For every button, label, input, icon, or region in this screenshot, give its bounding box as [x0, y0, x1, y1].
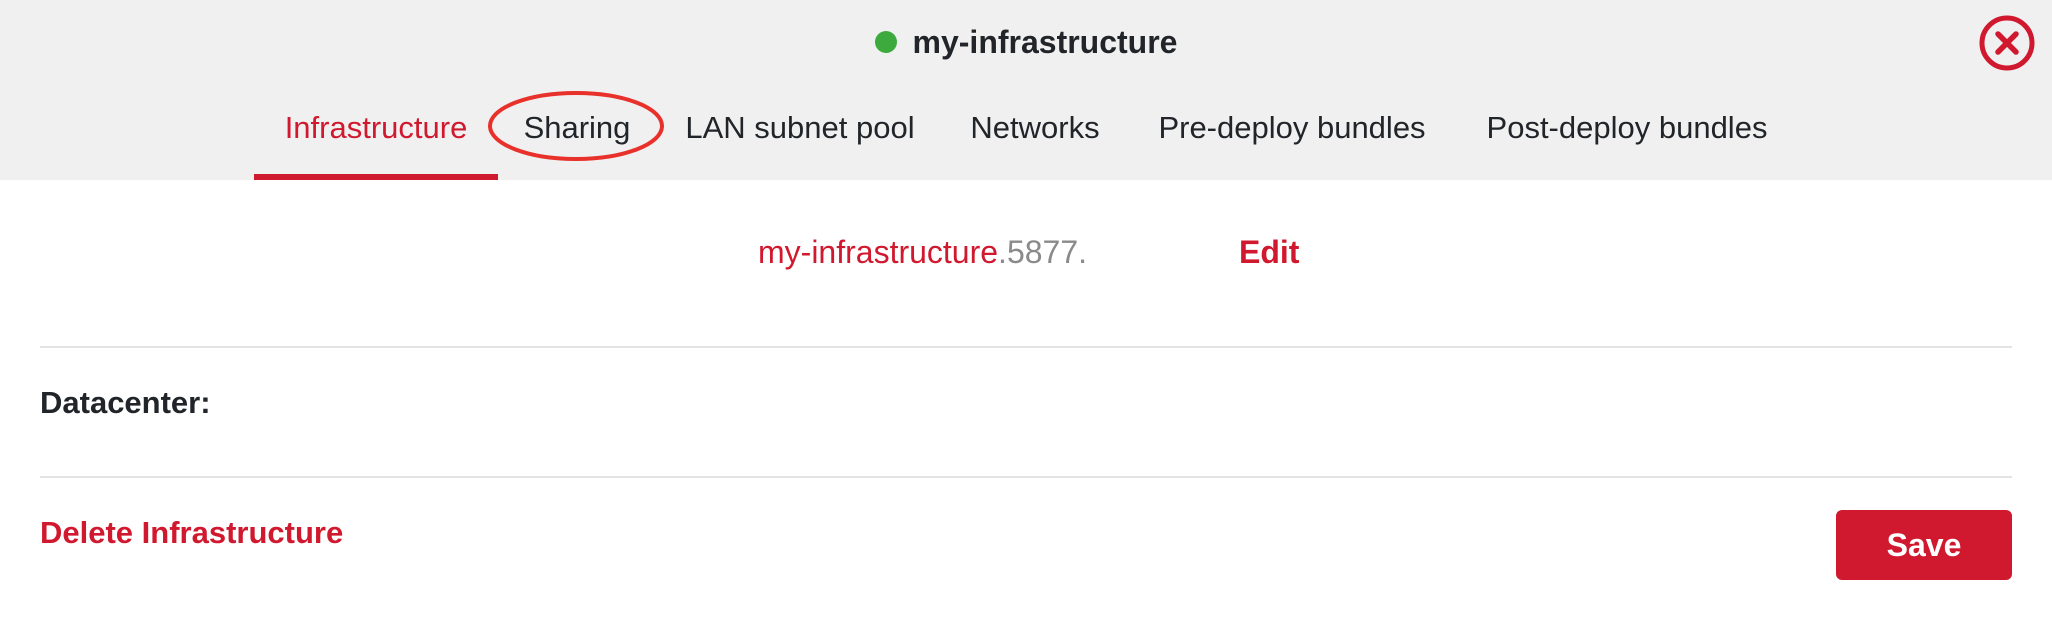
tab-post-deploy-bundles[interactable]: Post-deploy bundles	[1478, 90, 1776, 180]
title-row: my-infrastructure	[0, 18, 2052, 66]
tab-lan-subnet-pool[interactable]: LAN subnet pool	[678, 90, 922, 180]
tab-infrastructure[interactable]: Infrastructure	[254, 90, 498, 180]
infrastructure-name: my-infrastructure.5877.	[758, 234, 1087, 271]
tab-pre-deploy-bundles[interactable]: Pre-deploy bundles	[1150, 90, 1434, 180]
divider	[40, 476, 2012, 478]
tab-networks[interactable]: Networks	[960, 90, 1110, 180]
save-button[interactable]: Save	[1836, 510, 2012, 580]
tab-sharing[interactable]: Sharing	[512, 90, 642, 180]
divider	[40, 346, 2012, 348]
infrastructure-title: my-infrastructure	[912, 23, 1178, 60]
infrastructure-name-label: my-infrastructure	[758, 234, 999, 270]
status-indicator-icon	[874, 31, 897, 53]
edit-name-link[interactable]: Edit	[1239, 234, 1299, 271]
delete-infrastructure-link[interactable]: Delete Infrastructure	[40, 515, 343, 551]
close-icon[interactable]	[1979, 15, 2035, 71]
infrastructure-id-suffix: .5877.	[998, 234, 1088, 270]
datacenter-label: Datacenter:	[40, 385, 211, 420]
header-bar: my-infrastructure Infrastructure Sharing…	[0, 0, 2052, 180]
infrastructure-name-row: my-infrastructure.5877. Edit	[0, 230, 2052, 280]
